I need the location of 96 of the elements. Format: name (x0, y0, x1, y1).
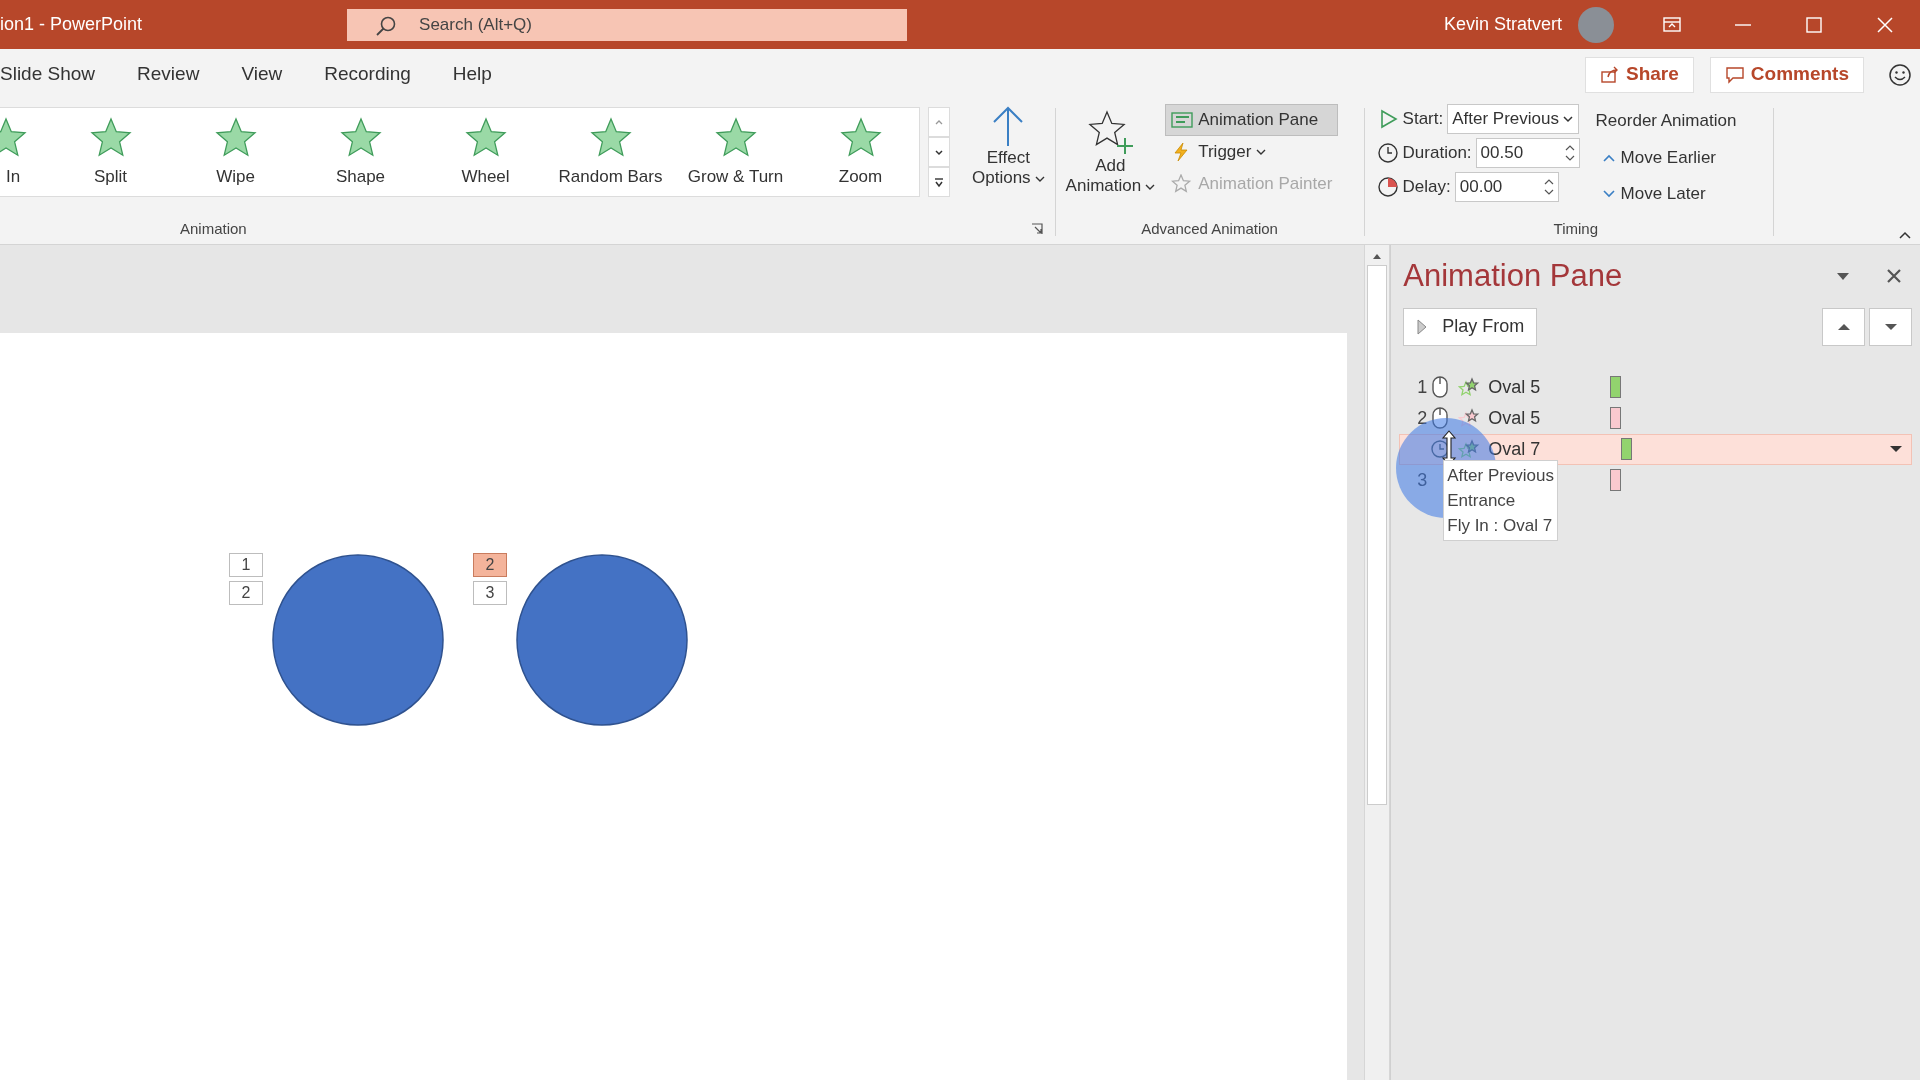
close-icon (1886, 268, 1902, 285)
comment-icon (1724, 65, 1745, 84)
item-menu-button[interactable] (1889, 444, 1903, 454)
launcher-icon (1030, 222, 1043, 235)
add-animation-button[interactable]: Add Animation (1059, 104, 1162, 201)
vertical-scrollbar[interactable] (1364, 245, 1391, 1080)
spin-field[interactable]: 00.00 (1454, 172, 1559, 202)
caret-down-icon (1562, 114, 1575, 124)
clock-icon (1376, 176, 1399, 198)
animation-effect[interactable]: Zoom (798, 108, 919, 196)
animation-effect[interactable]: Wipe (173, 108, 298, 196)
animation-effect[interactable]: Wheel (423, 108, 548, 196)
spinner-icon (1564, 143, 1575, 163)
group-label: Animation (180, 218, 247, 239)
ribbon-tab[interactable]: Recording (303, 60, 432, 89)
mouse-icon (1430, 376, 1451, 398)
animation-number-tag[interactable]: 1 (229, 553, 263, 577)
maximize-icon (1803, 14, 1824, 35)
animation-effect[interactable]: Split (48, 108, 173, 196)
item-number: 1 (1416, 375, 1429, 399)
item-label: Oval 7 (1488, 437, 1541, 461)
caret-up-icon (1898, 230, 1912, 240)
effect-options-button[interactable]: Effect Options (966, 100, 1051, 197)
group-label: Advanced Animation (1141, 218, 1278, 239)
ribbon-button[interactable]: Trigger (1165, 136, 1339, 168)
user-name: Kevin Stratvert (1443, 13, 1562, 36)
move-up-button[interactable] (1822, 307, 1865, 346)
item-label: Oval 5 (1488, 375, 1541, 399)
comments-button[interactable]: Comments (1709, 56, 1864, 93)
collapse-ribbon-button[interactable] (1898, 230, 1912, 240)
gallery-more-button[interactable] (928, 167, 950, 197)
tooltip-line: Fly In : Oval 7 (1447, 514, 1554, 537)
group-label: Timing (1553, 218, 1600, 239)
ribbon-tab[interactable]: Slide Show (0, 60, 117, 89)
caret-down-icon (1836, 271, 1850, 282)
caret-down-icon (1256, 148, 1267, 156)
spinner-icon (1543, 177, 1554, 197)
caret-down-icon (1034, 174, 1045, 183)
clock-icon (1376, 142, 1399, 164)
pane-title: Animation Pane (1403, 257, 1623, 295)
caret-down-icon (1145, 182, 1156, 191)
share-button[interactable]: Share (1585, 56, 1694, 93)
animation-number-tag[interactable]: 2 (473, 553, 507, 577)
caret-up-icon (1601, 152, 1616, 163)
list-icon (1171, 110, 1194, 130)
field-label: Delay: (1402, 176, 1451, 199)
animation-list-item[interactable]: 1 Oval 5 (1399, 371, 1912, 403)
gallery-down-button[interactable] (928, 137, 950, 167)
ribbon-tab[interactable]: View (220, 60, 304, 89)
caret-down-icon (1601, 188, 1616, 199)
field-label: Duration: (1402, 142, 1472, 165)
stars-icon (1458, 439, 1481, 459)
animation-effect[interactable]: Random Bars (548, 108, 673, 196)
item-label: Oval 5 (1488, 406, 1541, 430)
ribbon-display-icon (1661, 14, 1682, 35)
stars-icon (1458, 408, 1481, 428)
group-heading: Reorder Animation (1595, 110, 1737, 132)
play-from-button[interactable]: Play From (1403, 307, 1538, 346)
caret-up-icon (1836, 321, 1851, 332)
animation-number-tag[interactable]: 2 (229, 581, 263, 605)
ribbon-button: Animation Painter (1165, 168, 1339, 200)
animation-list-item[interactable]: Oval 7 (1399, 433, 1912, 465)
scroll-thumb[interactable] (1367, 265, 1388, 805)
tooltip-line: After Previous (1447, 464, 1555, 487)
item-number: 2 (1416, 406, 1429, 430)
window-title: ion1 - PowerPoint (0, 13, 143, 36)
animation-number-tag[interactable]: 3 (473, 581, 507, 605)
stars-icon (1458, 377, 1481, 397)
animation-effect[interactable]: Shape (298, 108, 423, 196)
dialog-launcher-button[interactable] (1030, 222, 1043, 235)
animation-list-item[interactable]: 2 Oval 5 (1399, 402, 1912, 434)
move-later-button[interactable]: Move Later (1595, 177, 1737, 210)
close-icon (1874, 14, 1895, 35)
ribbon-button[interactable]: Animation Pane (1165, 104, 1339, 136)
spin-field[interactable]: 00.50 (1475, 138, 1580, 168)
ribbon-tab[interactable]: Help (431, 60, 513, 89)
smiley-icon (1888, 62, 1912, 87)
item-number: 3 (1416, 468, 1429, 492)
field-label: Start: (1402, 108, 1444, 131)
animation-effect[interactable]: In (0, 108, 48, 196)
caret-down-icon (1889, 444, 1903, 454)
mouse-icon (1430, 407, 1451, 429)
share-icon (1600, 65, 1620, 84)
move-down-button[interactable] (1869, 307, 1912, 346)
move-earlier-button[interactable]: Move Earlier (1595, 141, 1737, 174)
circle-shape[interactable] (271, 553, 445, 727)
search-field[interactable]: Search (Alt+Q) (347, 8, 908, 41)
caret-down-icon (1883, 321, 1898, 332)
tooltip-line: Entrance (1447, 489, 1517, 512)
play-icon (1416, 317, 1429, 336)
minimize-icon (1734, 23, 1751, 26)
ribbon-tab[interactable]: Review (116, 60, 221, 89)
more-icon (933, 176, 945, 188)
animation-effect[interactable]: Grow & Turn (673, 108, 798, 196)
start-dropdown[interactable]: After Previous (1447, 104, 1580, 134)
circle-shape[interactable] (515, 553, 689, 727)
